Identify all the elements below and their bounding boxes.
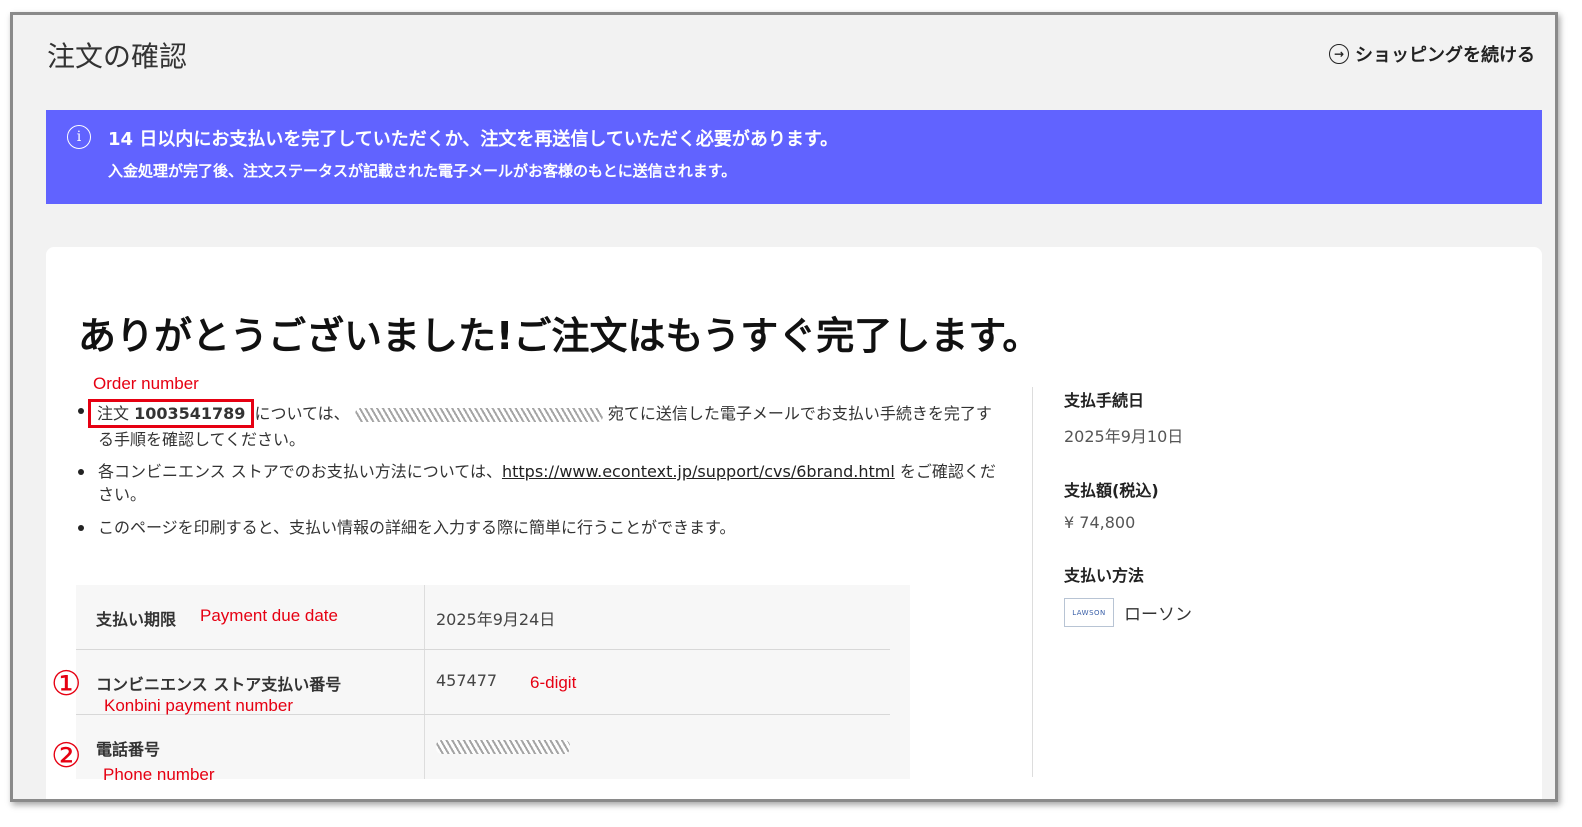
banner-headline: 14 日以内にお支払いを完了していただくか、注文を再送信していただく必要がありま… [108, 129, 839, 150]
payment-number-value: 457477 [436, 671, 498, 690]
payment-method-name: ローソン [1124, 605, 1192, 625]
annotation-phone: Phone number [103, 765, 215, 784]
payment-method-block: 支払い方法 LAWSON ローソン [1064, 562, 1464, 627]
bullet-3-text: このページを印刷すると、支払い情報の詳細を入力する際に簡単に行うことができます。 [98, 518, 736, 537]
payment-date-label: 支払手続日 [1064, 391, 1145, 410]
payment-method-label: 支払い方法 [1064, 566, 1145, 585]
phone-label: 電話番号 [96, 740, 161, 759]
econtext-guide-link[interactable]: https://www.econtext.jp/support/cvs/6bra… [502, 462, 895, 481]
screenshot-frame: 注文の確認 → ショッピングを続ける i 14 日以内にお支払いを完了していただ… [10, 12, 1558, 802]
continue-shopping-label: ショッピングを続ける [1355, 45, 1535, 66]
payment-summary: 支払手続日 2025年9月10日 支払額(税込) ¥ 74,800 支払い方法 … [1064, 387, 1464, 657]
bullet-1-mid: については、 [254, 404, 350, 423]
order-number-highlight: 注文 1003541789 [88, 399, 255, 428]
annotation-number-2: ② [51, 736, 82, 776]
bullet-2-start: 各コンビニエンス ストアでのお支払い方法については、 [98, 462, 502, 481]
list-item: 注文 1003541789 については、 宛てに送信した電子メールでお支払い手続き… [76, 399, 1006, 451]
payment-date-block: 支払手続日 2025年9月10日 [1064, 387, 1464, 447]
lawson-logo: LAWSON [1064, 598, 1114, 627]
payment-method: LAWSON ローソン [1064, 598, 1464, 627]
instruction-list: 注文 1003541789 については、 宛てに送信した電子メールでお支払い手続き… [76, 399, 1006, 548]
payment-number-label: コンビニエンス ストア支払い番号 [96, 675, 342, 694]
payment-amount-value: ¥ 74,800 [1064, 513, 1136, 532]
column-divider [1032, 387, 1033, 777]
redacted-phone [436, 740, 570, 754]
arrow-right-circle-icon: → [1329, 44, 1349, 64]
annotation-payment-due: Payment due date [200, 606, 338, 625]
payment-date-value: 2025年9月10日 [1064, 427, 1184, 446]
continue-shopping-link[interactable]: → ショッピングを続ける [1329, 41, 1535, 67]
annotation-number-1: ① [51, 664, 82, 704]
order-number: 1003541789 [134, 404, 246, 423]
info-icon: i [67, 125, 91, 149]
annotation-six-digit: 6-digit [530, 673, 577, 692]
page-title: 注文の確認 [47, 40, 188, 73]
banner-subtext: 入金処理が完了後、注文ステータスが記載された電子メールがお客様のもとに送信されま… [108, 162, 737, 180]
redacted-email [354, 407, 603, 422]
phone-value [436, 739, 570, 758]
due-date-label: 支払い期限 [96, 610, 177, 629]
order-confirmation-card: ありがとうございました!ご注文はもうすぐ完了します。 Order number … [46, 247, 1542, 799]
annotation-konbini: Konbini payment number [104, 696, 294, 715]
payment-deadline-banner: i 14 日以内にお支払いを完了していただくか、注文を再送信していただく必要があ… [46, 110, 1542, 204]
list-item: 各コンビニエンス ストアでのお支払い方法については、https://www.ec… [76, 460, 1006, 506]
due-date-value: 2025年9月24日 [436, 610, 556, 629]
list-item: このページを印刷すると、支払い情報の詳細を入力する際に簡単に行うことができます。 [76, 516, 1006, 539]
annotation-order-number: Order number [93, 374, 199, 393]
order-prefix: 注文 [97, 404, 130, 423]
payment-amount-block: 支払額(税込) ¥ 74,800 [1064, 477, 1464, 532]
thank-you-headline: ありがとうございました!ご注文はもうすぐ完了します。 [78, 314, 1041, 358]
payment-amount-label: 支払額(税込) [1064, 481, 1159, 500]
